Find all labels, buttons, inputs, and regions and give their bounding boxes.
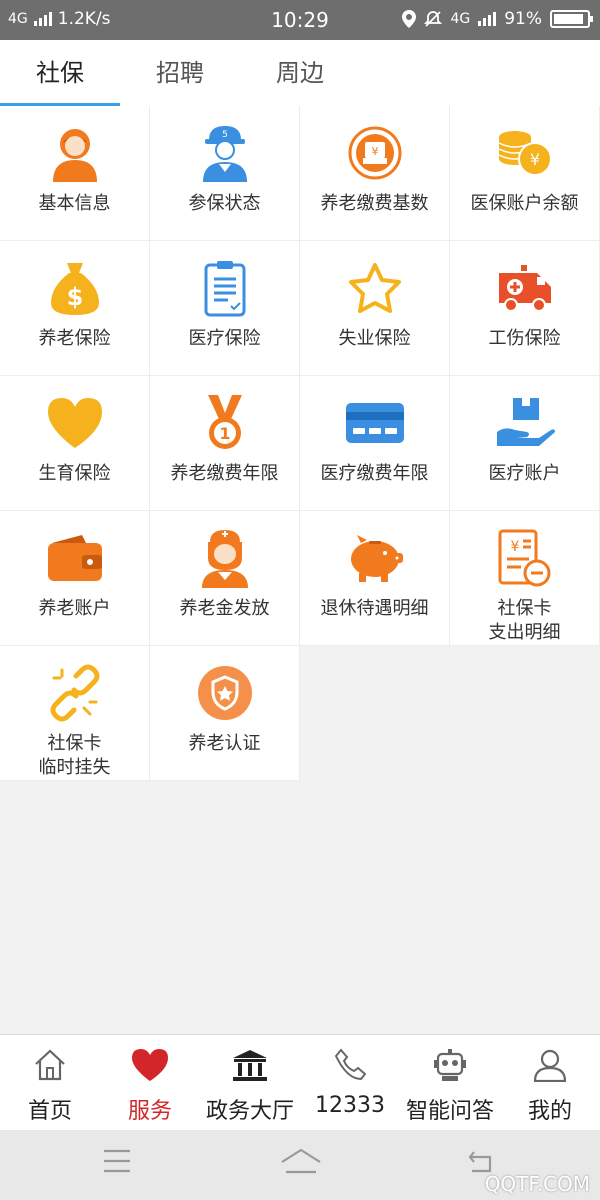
grid-item-insurance-status[interactable]: 5 参保状态 — [150, 106, 300, 241]
battery-icon — [550, 10, 593, 28]
grid-item-label: 医疗缴费年限 — [320, 463, 429, 484]
nurse-icon — [194, 527, 256, 589]
network-type-right: 4G — [450, 11, 471, 27]
grid-item-pension-account[interactable]: 养老账户 — [0, 511, 150, 646]
phone-icon — [333, 1043, 367, 1087]
grid-item-card-expense-details[interactable]: ¥ 社保卡支出明细 — [450, 511, 600, 646]
nav-label: 服务 — [127, 1099, 172, 1124]
home-icon — [33, 1043, 67, 1087]
mute-bell-icon — [424, 11, 443, 27]
ambulance-icon — [494, 257, 556, 319]
nav-services[interactable]: 服务 — [100, 1035, 200, 1130]
grid-item-label: 养老缴费基数 — [320, 193, 429, 214]
svg-text:5: 5 — [222, 130, 228, 140]
grid-item-medical-payment-years[interactable]: 医疗缴费年限 — [300, 376, 450, 511]
system-navigation-bar: QQTF.COM — [0, 1130, 600, 1200]
location-icon — [402, 10, 417, 28]
battery-percent: 91% — [504, 9, 542, 29]
card-icon — [344, 392, 406, 454]
grid-item-pension-payment-base[interactable]: ¥ 养老缴费基数 — [300, 106, 450, 241]
medal-icon: 1 — [194, 392, 256, 454]
piggy-bank-icon — [344, 527, 406, 589]
watermark: QQTF.COM — [484, 1172, 590, 1196]
money-bag-icon: $ — [44, 257, 106, 319]
nav-government-hall[interactable]: 政务大厅 — [200, 1035, 300, 1130]
broken-link-icon — [44, 662, 106, 724]
service-grid: 基本信息 5 参保状态 ¥ 养老缴费基数 ¥ 医保账户余额 $ 养老保险 医疗保… — [0, 106, 600, 781]
grid-item-label: 医疗账户 — [488, 463, 561, 484]
tab-nearby[interactable]: 周边 — [240, 40, 360, 106]
grid-item-pension-insurance[interactable]: $ 养老保险 — [0, 241, 150, 376]
nav-smart-qa[interactable]: 智能问答 — [400, 1035, 500, 1130]
grid-item-basic-info[interactable]: 基本信息 — [0, 106, 150, 241]
grid-item-retirement-benefit-details[interactable]: 退休待遇明细 — [300, 511, 450, 646]
grid-item-pension-payment-years[interactable]: 1 养老缴费年限 — [150, 376, 300, 511]
worker-icon: 5 — [194, 122, 256, 184]
payment-icon: ¥ — [344, 122, 406, 184]
grid-item-pension-distribution[interactable]: 养老金发放 — [150, 511, 300, 646]
nav-label: 首页 — [27, 1099, 72, 1124]
user-icon — [533, 1043, 567, 1087]
grid-item-label: 养老金发放 — [179, 598, 270, 619]
government-building-icon — [231, 1043, 269, 1087]
grid-item-label: 失业保险 — [338, 328, 411, 349]
nav-label: 12333 — [315, 1093, 385, 1118]
svg-text:¥: ¥ — [371, 145, 378, 158]
grid-item-pension-certification[interactable]: 养老认证 — [150, 646, 300, 781]
nav-label: 我的 — [527, 1099, 572, 1124]
grid-item-label: 社保卡 临时挂失 — [39, 732, 111, 780]
tab-social-security[interactable]: 社保 — [0, 40, 120, 106]
grid-item-label: 养老认证 — [188, 733, 261, 754]
grid-item-medical-account[interactable]: 医疗账户 — [450, 376, 600, 511]
status-bar: 4G 1.2K/s 10:29 4G 91% — [0, 0, 600, 40]
heart-icon — [44, 392, 106, 454]
grid-item-work-injury-insurance[interactable]: 工伤保险 — [450, 241, 600, 376]
coins-icon: ¥ — [494, 122, 556, 184]
grid-item-label: 养老保险 — [38, 328, 111, 349]
grid-item-label: 医保账户余额 — [470, 193, 579, 214]
grid-item-label: 生育保险 — [38, 463, 111, 484]
grid-item-label: 参保状态 — [188, 193, 261, 214]
shield-star-icon — [194, 662, 256, 724]
svg-text:1: 1 — [219, 424, 230, 443]
grid-item-medical-account-balance[interactable]: ¥ 医保账户余额 — [450, 106, 600, 241]
label-line-2: 支出明细 — [488, 622, 561, 643]
robot-icon — [432, 1043, 468, 1087]
grid-item-label: 社保卡 支出明细 — [489, 597, 561, 645]
svg-text:$: $ — [66, 283, 83, 311]
wallet-icon — [44, 527, 106, 589]
label-line-2: 临时挂失 — [38, 757, 111, 778]
grid-item-label: 退休待遇明细 — [320, 598, 429, 619]
star-icon — [344, 257, 406, 319]
grid-item-label: 养老账户 — [38, 598, 111, 619]
grid-item-label: 医疗保险 — [188, 328, 261, 349]
label-line-1: 社保卡 — [47, 733, 102, 754]
nav-label: 政务大厅 — [205, 1099, 294, 1124]
bottom-navigation: 首页 服务 政务大厅 12333 智能问答 我的 — [0, 1034, 600, 1130]
grid-item-card-temporary-loss-report[interactable]: 社保卡 临时挂失 — [0, 646, 150, 781]
svg-text:¥: ¥ — [529, 150, 539, 169]
heart-icon — [131, 1043, 169, 1087]
label-line-1: 社保卡 — [497, 598, 552, 619]
grid-item-label: 养老缴费年限 — [170, 463, 279, 484]
grid-item-label: 工伤保险 — [488, 328, 561, 349]
grid-item-unemployment-insurance[interactable]: 失业保险 — [300, 241, 450, 376]
grid-item-label: 基本信息 — [38, 193, 111, 214]
svg-text:¥: ¥ — [510, 539, 519, 555]
signal-icon-2 — [478, 12, 497, 26]
receipt-icon: ¥ — [494, 527, 556, 589]
menu-icon[interactable] — [102, 1148, 132, 1174]
nav-hotline[interactable]: 12333 — [300, 1035, 400, 1130]
nav-home[interactable]: 首页 — [0, 1035, 100, 1130]
grid-item-maternity-insurance[interactable]: 生育保险 — [0, 376, 150, 511]
top-tabs: 社保 招聘 周边 — [0, 40, 600, 106]
nav-mine[interactable]: 我的 — [500, 1035, 600, 1130]
nav-label: 智能问答 — [405, 1099, 494, 1124]
person-icon — [44, 122, 106, 184]
clipboard-icon — [194, 257, 256, 319]
tab-recruitment[interactable]: 招聘 — [120, 40, 240, 106]
home-button-icon[interactable] — [280, 1148, 322, 1178]
hand-box-icon — [494, 392, 556, 454]
grid-item-medical-insurance[interactable]: 医疗保险 — [150, 241, 300, 376]
